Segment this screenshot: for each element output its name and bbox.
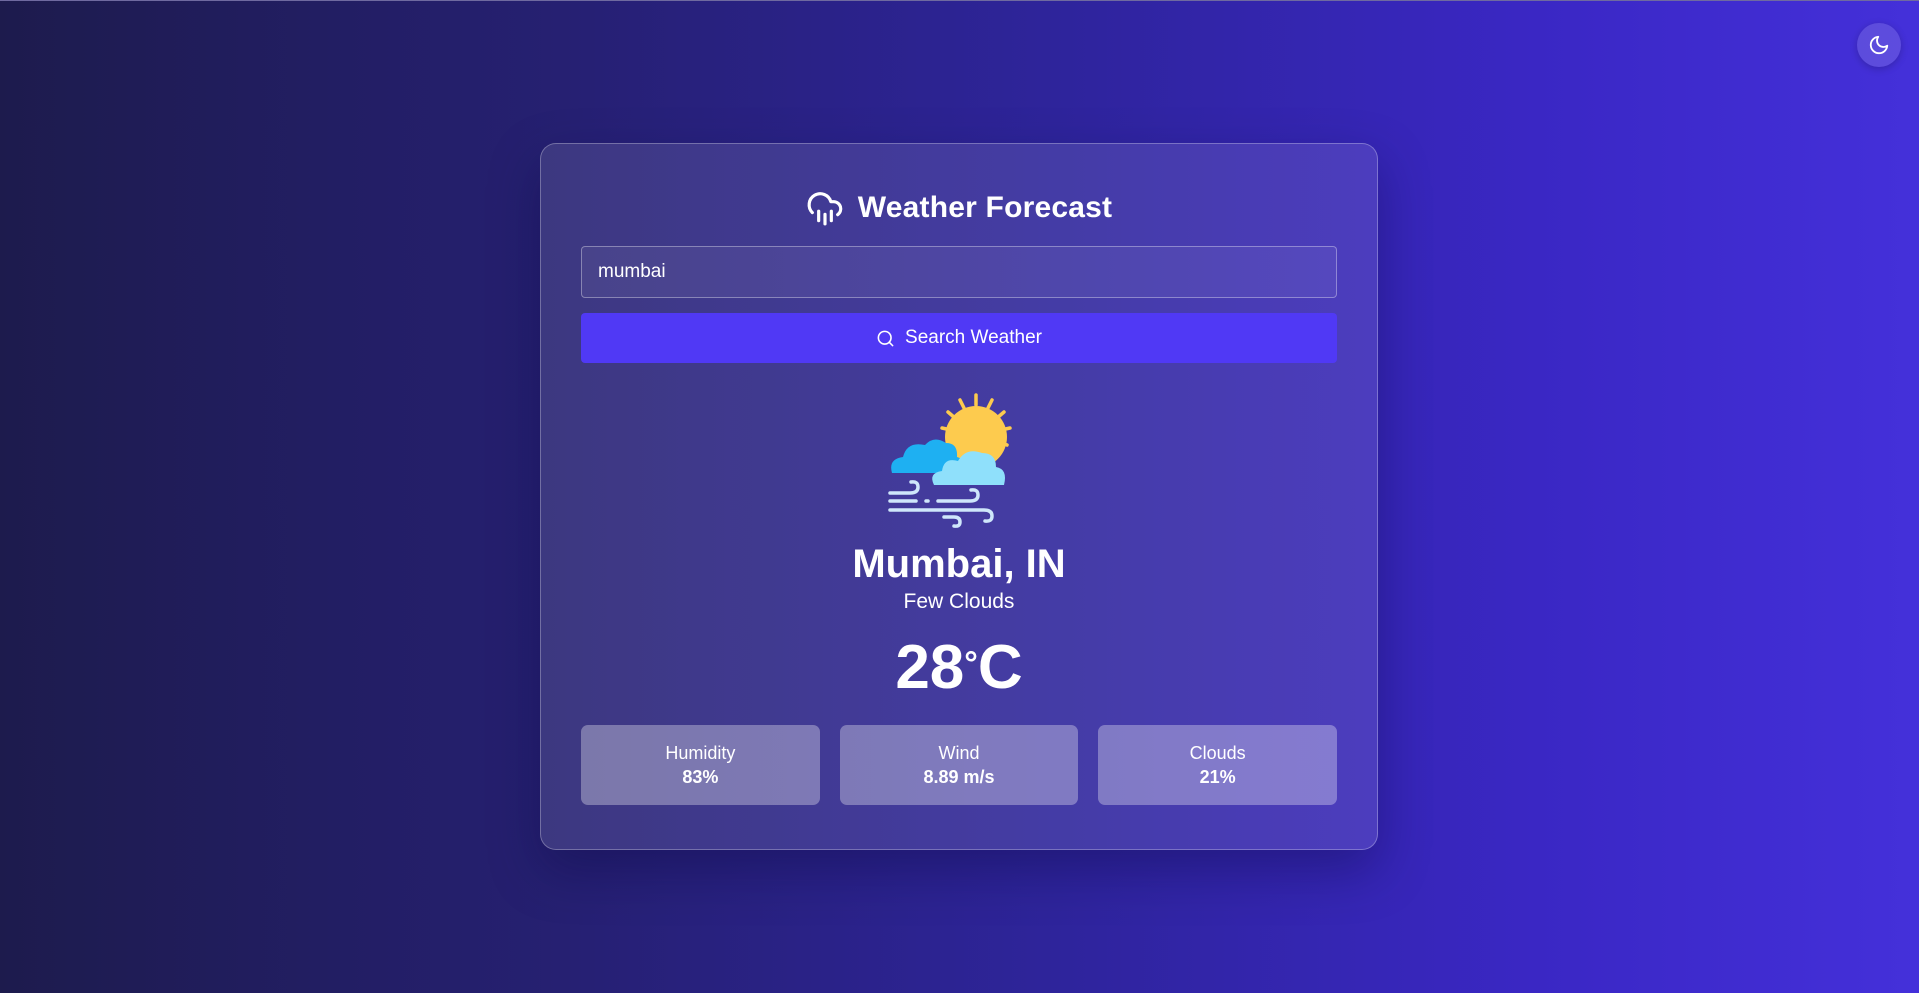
page-title: Weather Forecast — [857, 191, 1113, 224]
weather-icon-container — [581, 393, 1337, 529]
moon-icon — [1869, 35, 1889, 55]
cloud-rain-icon — [807, 192, 843, 226]
city-name: Mumbai, IN — [852, 542, 1066, 586]
stat-label: Wind — [938, 743, 980, 763]
stat-clouds: Clouds 21% — [1098, 725, 1338, 805]
degree-symbol: ° — [964, 645, 978, 683]
partly-cloudy-windy-icon — [888, 393, 1012, 528]
weather-stats: Humidity 83% Wind 8.89 m/s Clouds 21% — [581, 725, 1338, 805]
temperature-unit: C — [977, 633, 1023, 702]
city-search-input[interactable] — [581, 246, 1337, 298]
search-weather-button[interactable]: Search Weather — [581, 313, 1337, 363]
stat-value: 21% — [1199, 767, 1236, 787]
stat-wind: Wind 8.89 m/s — [839, 725, 1079, 805]
temperature-value: 28 — [895, 633, 965, 702]
search-button-label: Search Weather — [905, 327, 1042, 348]
temperature-readout: 28°C — [581, 633, 1337, 703]
stat-label: Clouds — [1189, 743, 1246, 763]
stat-label: Humidity — [665, 743, 736, 763]
weather-description: Few Clouds — [903, 590, 1015, 613]
weather-card: Weather Forecast Search Weather — [540, 143, 1378, 850]
search-icon — [877, 330, 894, 346]
stat-humidity: Humidity 83% — [581, 725, 820, 805]
theme-toggle-button[interactable] — [1857, 23, 1901, 67]
stat-value: 83% — [682, 767, 719, 787]
stat-value: 8.89 m/s — [923, 767, 995, 787]
app-header: Weather Forecast — [581, 186, 1337, 230]
